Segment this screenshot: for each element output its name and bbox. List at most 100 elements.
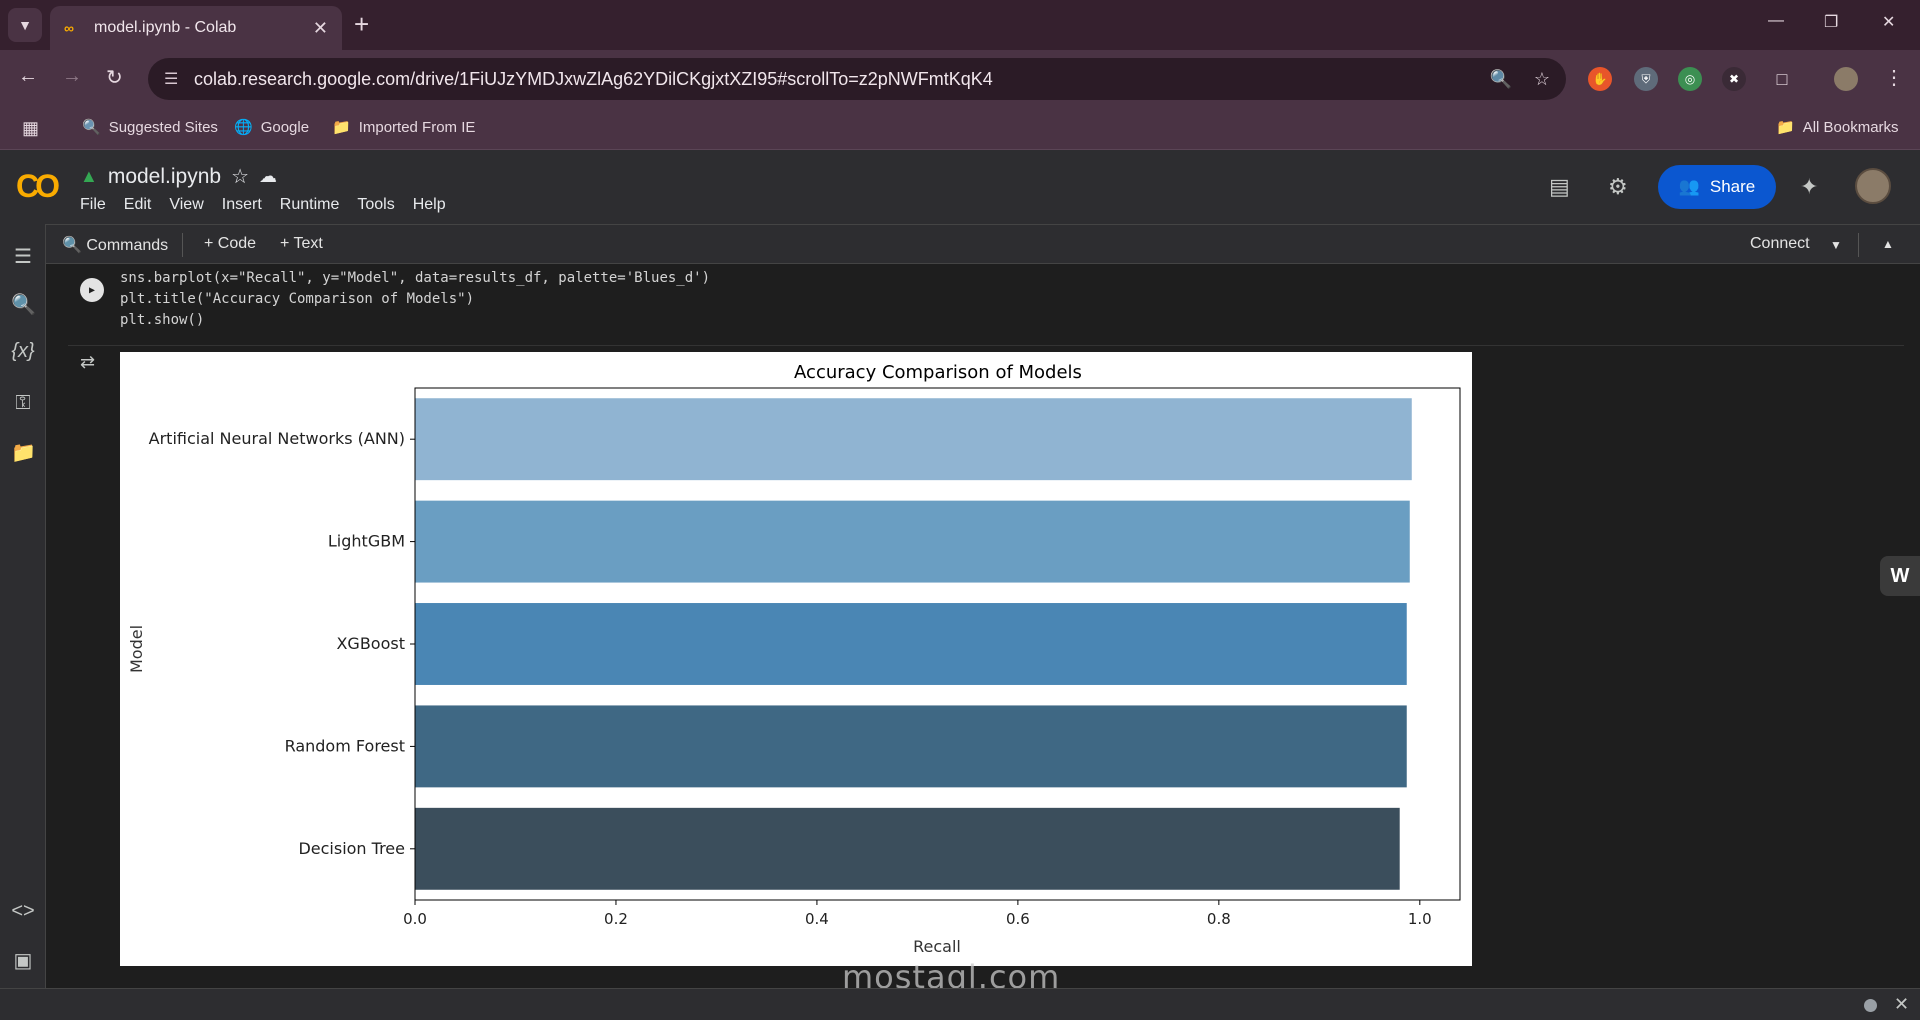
reload-icon[interactable]: ↻ — [106, 65, 123, 90]
zoom-icon[interactable]: 🔍 — [1489, 69, 1511, 90]
minimize-icon[interactable]: — — [1768, 12, 1784, 30]
connect-dropdown-icon[interactable]: ▼ — [1830, 238, 1842, 252]
bookmark-star-icon[interactable]: ☆ — [1534, 69, 1550, 90]
gemini-sparkle-icon[interactable]: ✦ — [1800, 174, 1818, 200]
code-cell[interactable]: ▶ sns.barplot(x="Recall", y="Model", dat… — [68, 264, 1904, 346]
menu-edit[interactable]: Edit — [124, 196, 152, 214]
search-icon: 🔍 — [62, 237, 82, 254]
toolbar-divider — [1858, 233, 1859, 257]
extension-hand-icon[interactable]: ✋ — [1588, 67, 1612, 91]
close-window-icon[interactable]: ✕ — [1882, 12, 1895, 32]
x-tick-label: 0.4 — [805, 910, 829, 928]
run-cell-button[interactable]: ▶ — [80, 278, 104, 302]
browser-tab[interactable]: ∞ model.ipynb - Colab ✕ — [50, 6, 342, 50]
y-tick-label: Decision Tree — [298, 839, 405, 858]
toolbar-divider — [182, 233, 183, 257]
tab-close-icon[interactable]: ✕ — [313, 18, 328, 39]
site-info-icon[interactable]: ☰ — [164, 69, 194, 89]
bookmark-suggested-sites[interactable]: 🔍 Suggested Sites — [82, 118, 218, 137]
cloud-icon: ☁ — [259, 166, 277, 186]
search-icon: 🔍 — [82, 119, 101, 136]
variables-icon[interactable]: {x} — [11, 340, 35, 363]
avatar[interactable] — [1855, 168, 1891, 204]
folder-icon[interactable]: 📁 — [11, 440, 36, 465]
apps-grid-icon[interactable]: ▦ — [22, 118, 39, 139]
settings-gear-icon[interactable]: ⚙ — [1608, 174, 1628, 200]
share-button[interactable]: 👥 Share — [1658, 165, 1776, 209]
folder-icon: 📁 — [332, 119, 351, 136]
bookmark-imported-from-ie[interactable]: 📁 Imported From IE — [332, 118, 475, 137]
bar — [415, 705, 1407, 788]
terminal-icon[interactable]: ▣ — [11, 948, 35, 973]
bookmark-google[interactable]: 🌐 Google — [234, 118, 309, 137]
extensions-puzzle-icon[interactable]: □ — [1770, 67, 1794, 91]
notebook-title-row: ▲ model.ipynb ☆ ☁ — [80, 164, 277, 189]
code-line: sns.barplot(x="Recall", y="Model", data=… — [120, 270, 711, 286]
menu-tools[interactable]: Tools — [357, 196, 394, 214]
back-icon[interactable]: ← — [18, 65, 38, 88]
address-bar[interactable]: ☰ colab.research.google.com/drive/1FiUJz… — [148, 58, 1566, 100]
add-code-button[interactable]: + Code — [204, 235, 256, 253]
colab-favicon-icon: ∞ — [64, 20, 74, 36]
bar — [415, 500, 1410, 583]
notebook-title[interactable]: model.ipynb — [108, 165, 221, 189]
find-icon[interactable]: 🔍 — [11, 292, 36, 317]
browser-tab-bar: ▼ ∞ model.ipynb - Colab ✕ + — ❐ ✕ — [0, 0, 1920, 50]
menu-view[interactable]: View — [169, 196, 203, 214]
drive-icon: ▲ — [80, 166, 98, 186]
colab-logo[interactable]: CO — [16, 168, 60, 205]
menu-insert[interactable]: Insert — [222, 196, 262, 214]
x-tick-label: 0.2 — [604, 910, 628, 928]
x-tick-label: 0.8 — [1207, 910, 1231, 928]
colab-header: CO ▲ model.ipynb ☆ ☁ File Edit View Inse… — [0, 150, 1920, 224]
x-tick-label: 1.0 — [1408, 910, 1432, 928]
left-sidebar: ☰ 🔍 {x} ⚿ 📁 <> ▣ — [0, 224, 46, 988]
folder-icon: 📁 — [1776, 119, 1795, 136]
collapse-icon[interactable]: ▲ — [1882, 237, 1894, 251]
code-line: plt.title("Accuracy Comparison of Models… — [120, 291, 475, 307]
code-snippets-icon[interactable]: <> — [11, 900, 35, 923]
add-text-button[interactable]: + Text — [280, 235, 323, 253]
tab-search-button[interactable]: ▼ — [8, 8, 42, 42]
menu-runtime[interactable]: Runtime — [280, 196, 340, 214]
bar-chart: Accuracy Comparison of Models Artificial… — [127, 362, 1461, 956]
toc-icon[interactable]: ☰ — [11, 244, 35, 269]
close-icon[interactable]: ✕ — [1894, 994, 1909, 1015]
new-tab-button[interactable]: + — [354, 10, 369, 38]
browser-menu-icon[interactable]: ⋮ — [1884, 65, 1904, 90]
extension-shield-icon[interactable]: ⛨ — [1634, 67, 1658, 91]
status-indicator[interactable] — [1864, 999, 1877, 1012]
side-widget-button[interactable]: W — [1880, 556, 1920, 596]
output-options-icon[interactable]: ⇄ — [80, 352, 95, 373]
star-icon[interactable]: ☆ — [231, 164, 249, 189]
bookmarks-bar: ▦ 🔍 Suggested Sites 🌐 Google 📁 Imported Fro… — [0, 108, 1920, 150]
x-axis-label: Recall — [913, 937, 961, 956]
forward-icon[interactable]: → — [62, 65, 82, 88]
key-icon[interactable]: ⚿ — [11, 392, 35, 415]
cell-output-figure: Accuracy Comparison of Models Artificial… — [120, 352, 1472, 966]
profile-avatar[interactable] — [1834, 67, 1858, 91]
status-bar: ✕ — [0, 988, 1920, 1020]
y-tick-label: Artificial Neural Networks (ANN) — [149, 429, 405, 448]
tab-title: model.ipynb - Colab — [94, 19, 237, 36]
restore-icon[interactable]: ❐ — [1824, 12, 1838, 32]
notebook-toolbar: 🔍 Commands + Code + Text Connect ▼ ▲ — [46, 224, 1920, 264]
menu-help[interactable]: Help — [413, 196, 446, 214]
x-tick-label: 0.6 — [1006, 910, 1030, 928]
extension-x-icon[interactable]: ✖ — [1722, 67, 1746, 91]
y-tick-label: XGBoost — [336, 634, 405, 653]
y-tick-label: LightGBM — [328, 532, 405, 551]
bar — [415, 398, 1412, 481]
chart-title: Accuracy Comparison of Models — [794, 362, 1082, 383]
connect-button[interactable]: Connect — [1750, 235, 1810, 253]
url-text[interactable]: colab.research.google.com/drive/1FiUJzYM… — [194, 69, 1467, 90]
extension-globe-icon[interactable]: ◎ — [1678, 67, 1702, 91]
people-icon: 👥 — [1678, 177, 1700, 196]
all-bookmarks[interactable]: 📁 All Bookmarks — [1776, 118, 1899, 137]
commands-button[interactable]: 🔍 Commands — [62, 235, 168, 255]
chevron-down-icon: ▼ — [18, 17, 32, 33]
share-label: Share — [1709, 177, 1756, 196]
menu-file[interactable]: File — [80, 196, 106, 214]
comment-icon[interactable]: ▤ — [1549, 174, 1570, 200]
play-icon: ▶ — [88, 284, 96, 296]
